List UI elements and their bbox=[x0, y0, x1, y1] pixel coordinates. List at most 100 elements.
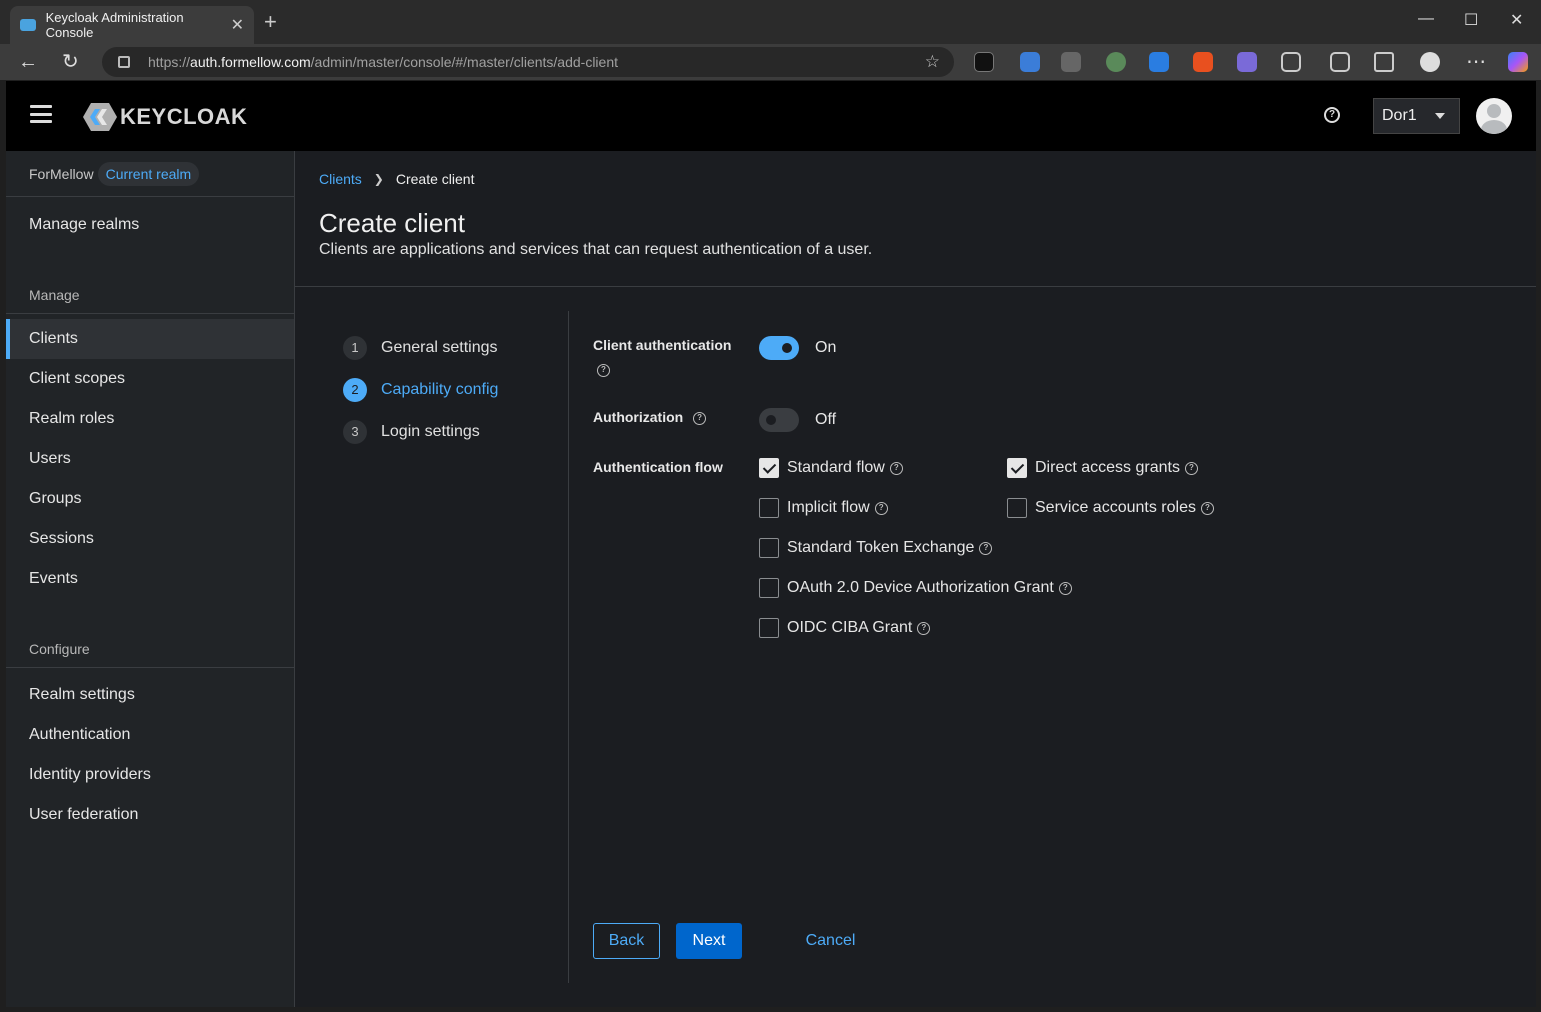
checkbox-unchecked[interactable] bbox=[1007, 498, 1027, 518]
tab-title: Keycloak Administration Console bbox=[45, 10, 184, 40]
sidebar-item-authentication[interactable]: Authentication bbox=[6, 715, 294, 755]
cancel-button[interactable]: Cancel bbox=[793, 923, 868, 959]
step-number: 3 bbox=[343, 420, 367, 444]
client-auth-state: On bbox=[815, 339, 837, 356]
manage-section-title: Manage bbox=[29, 287, 80, 303]
wizard-step-login-settings[interactable]: 3 Login settings bbox=[343, 420, 498, 444]
configure-section-title: Configure bbox=[29, 641, 90, 657]
sidebar-item-groups[interactable]: Groups bbox=[6, 479, 294, 519]
client-auth-label: Client authentication bbox=[593, 337, 732, 353]
browser-toolbar: ← ↻ https://auth.formellow.com/admin/mas… bbox=[0, 44, 1541, 80]
ciba-grant-checkbox[interactable]: OIDC CIBA Grant ? bbox=[759, 618, 931, 638]
url-host: auth.formellow.com bbox=[190, 54, 311, 70]
maximize-icon[interactable]: ☐ bbox=[1464, 10, 1478, 30]
sidebar-item-events[interactable]: Events bbox=[6, 559, 294, 599]
authorization-switch[interactable] bbox=[759, 408, 799, 432]
sidebar-item-user-federation[interactable]: User federation bbox=[6, 795, 294, 835]
address-bar[interactable]: https://auth.formellow.com/admin/master/… bbox=[102, 47, 954, 77]
favorite-star-icon[interactable]: ☆ bbox=[925, 52, 940, 72]
next-button[interactable]: Next bbox=[676, 923, 742, 959]
implicit-flow-checkbox[interactable]: Implicit flow ? bbox=[759, 498, 888, 518]
ciba-grant-label: OIDC CIBA Grant bbox=[787, 619, 913, 636]
token-exchange-help-icon[interactable]: ? bbox=[979, 541, 993, 555]
browser-tab[interactable]: Keycloak Administration Console ✕ bbox=[10, 6, 254, 44]
checkbox-checked[interactable] bbox=[759, 458, 779, 478]
split-screen-icon[interactable] bbox=[1330, 52, 1350, 72]
reload-icon[interactable]: ↻ bbox=[62, 50, 79, 74]
avatar[interactable] bbox=[1476, 98, 1512, 134]
service-accounts-help-icon[interactable]: ? bbox=[1200, 501, 1214, 515]
sidebar-item-manage-realms[interactable]: Manage realms bbox=[6, 205, 294, 245]
extension-circle-icon[interactable] bbox=[1106, 52, 1126, 72]
favorites-icon[interactable] bbox=[1374, 52, 1394, 72]
checkbox-unchecked[interactable] bbox=[759, 578, 779, 598]
sidebar-item-users[interactable]: Users bbox=[6, 439, 294, 479]
sidebar-item-realm-roles[interactable]: Realm roles bbox=[6, 399, 294, 439]
device-grant-checkbox[interactable]: OAuth 2.0 Device Authorization Grant ? bbox=[759, 578, 1072, 598]
close-tab-icon[interactable]: ✕ bbox=[231, 15, 244, 35]
breadcrumb-clients-link[interactable]: Clients bbox=[319, 171, 362, 187]
realm-selector[interactable]: ForMellow Current realm bbox=[6, 151, 294, 197]
more-menu-icon[interactable]: ⋯ bbox=[1466, 50, 1486, 74]
back-button[interactable]: Back bbox=[593, 923, 660, 959]
keycloak-logo[interactable]: KEYCLOAK bbox=[82, 101, 247, 133]
sidebar-item-sessions[interactable]: Sessions bbox=[6, 519, 294, 559]
keycloak-logo-icon bbox=[83, 103, 117, 131]
breadcrumb: Clients ❯ Create client bbox=[319, 171, 474, 187]
ciba-grant-help-icon[interactable]: ? bbox=[917, 621, 931, 635]
extension-shield-icon[interactable] bbox=[1149, 52, 1169, 72]
sidebar-item-identity-providers[interactable]: Identity providers bbox=[6, 755, 294, 795]
extensions-puzzle-icon[interactable] bbox=[1281, 52, 1301, 72]
window-close-icon[interactable]: ✕ bbox=[1510, 10, 1523, 30]
authorization-label: Authorization ? bbox=[593, 409, 707, 425]
authorization-help-icon[interactable]: ? bbox=[693, 411, 707, 425]
service-accounts-label: Service accounts roles bbox=[1035, 499, 1196, 516]
extension-controller-icon[interactable] bbox=[1237, 52, 1257, 72]
user-dropdown[interactable]: Dor1 bbox=[1373, 98, 1460, 134]
checkbox-unchecked[interactable] bbox=[759, 498, 779, 518]
extension-badge-icon[interactable] bbox=[1020, 52, 1040, 72]
lock-icon bbox=[118, 56, 130, 68]
new-tab-icon[interactable]: + bbox=[264, 10, 277, 34]
client-auth-help-icon[interactable]: ? bbox=[597, 364, 610, 377]
masthead: KEYCLOAK ? Dor1 bbox=[6, 81, 1536, 151]
service-accounts-checkbox[interactable]: Service accounts roles ? bbox=[1007, 498, 1214, 518]
minimize-icon[interactable]: — bbox=[1418, 10, 1434, 28]
token-exchange-checkbox[interactable]: Standard Token Exchange ? bbox=[759, 538, 993, 558]
checkbox-checked[interactable] bbox=[1007, 458, 1027, 478]
extension-fox-icon[interactable] bbox=[1193, 52, 1213, 72]
step-number: 2 bbox=[343, 378, 367, 402]
sidebar-item-client-scopes[interactable]: Client scopes bbox=[6, 359, 294, 399]
implicit-flow-label: Implicit flow bbox=[787, 499, 870, 516]
copilot-icon[interactable] bbox=[1508, 52, 1528, 72]
extension-tool-icon[interactable] bbox=[1061, 52, 1081, 72]
profile-avatar-icon[interactable] bbox=[1420, 52, 1440, 72]
back-arrow-icon[interactable]: ← bbox=[18, 50, 38, 74]
client-auth-switch[interactable] bbox=[759, 336, 799, 360]
url-scheme: https:// bbox=[148, 54, 191, 70]
wizard-step-capability-config[interactable]: 2 Capability config bbox=[343, 378, 498, 402]
extension-p-icon[interactable] bbox=[974, 52, 994, 72]
sidebar-item-clients[interactable]: Clients bbox=[6, 319, 294, 359]
hamburger-menu-icon[interactable] bbox=[30, 105, 52, 123]
step-label: Login settings bbox=[381, 423, 480, 440]
wizard-step-general-settings[interactable]: 1 General settings bbox=[343, 336, 498, 360]
direct-access-label: Direct access grants bbox=[1035, 459, 1180, 476]
user-name: Dor1 bbox=[1382, 107, 1417, 124]
url-path: /admin/master/console/#/master/clients/a… bbox=[310, 54, 618, 70]
standard-flow-checkbox[interactable]: Standard flow ? bbox=[759, 458, 903, 478]
step-label: General settings bbox=[381, 339, 498, 356]
checkbox-unchecked[interactable] bbox=[759, 618, 779, 638]
help-icon[interactable]: ? bbox=[1324, 107, 1340, 123]
checkbox-unchecked[interactable] bbox=[759, 538, 779, 558]
implicit-flow-help-icon[interactable]: ? bbox=[874, 501, 888, 515]
direct-access-checkbox[interactable]: Direct access grants ? bbox=[1007, 458, 1198, 478]
authorization-label-text: Authorization bbox=[593, 409, 684, 425]
device-grant-help-icon[interactable]: ? bbox=[1058, 581, 1072, 595]
direct-access-help-icon[interactable]: ? bbox=[1184, 461, 1198, 475]
standard-flow-help-icon[interactable]: ? bbox=[889, 461, 903, 475]
keycloak-favicon-icon bbox=[20, 19, 36, 31]
breadcrumb-current: Create client bbox=[395, 171, 475, 187]
logo-text: KEYCLOAK bbox=[120, 104, 248, 129]
sidebar-item-realm-settings[interactable]: Realm settings bbox=[6, 675, 294, 715]
